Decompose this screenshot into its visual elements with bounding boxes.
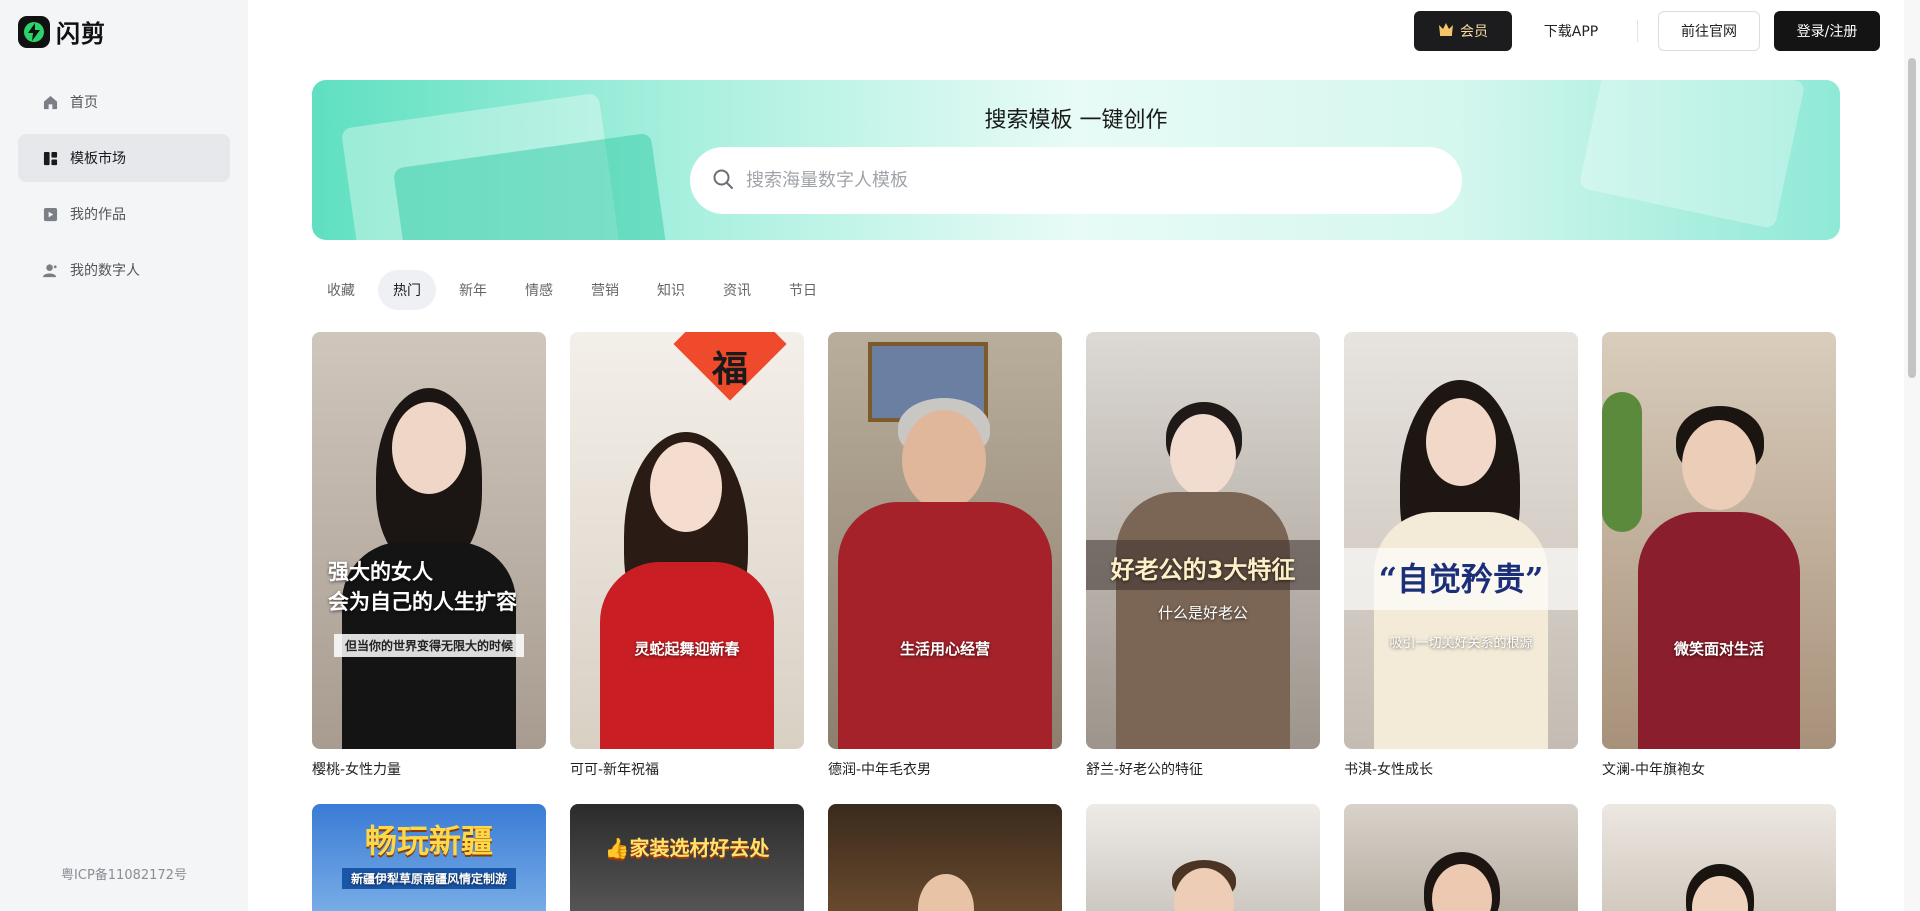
- template-caption: 灵蛇起舞迎新春: [634, 640, 740, 658]
- tab-knowledge[interactable]: 知识: [642, 270, 700, 310]
- template-card[interactable]: [1344, 804, 1578, 911]
- template-title[interactable]: 文澜-中年旗袍女: [1602, 759, 1836, 779]
- scrollbar-thumb[interactable]: [1908, 58, 1916, 378]
- template-thumbnail[interactable]: 生活用心经营: [828, 332, 1062, 749]
- tab-festival[interactable]: 节日: [774, 270, 832, 310]
- template-thumbnail[interactable]: [1344, 804, 1578, 911]
- template-card[interactable]: [828, 804, 1062, 911]
- home-icon: [42, 94, 58, 110]
- sidebar-item-label: 我的数字人: [70, 263, 140, 279]
- template-caption: 但当你的世界变得无限大的时候: [334, 634, 524, 657]
- template-overlay-text: 好老公的3大特征: [1110, 556, 1296, 584]
- template-card[interactable]: 生活用心经营 德润-中年毛衣男: [828, 332, 1062, 779]
- tab-new-year[interactable]: 新年: [444, 270, 502, 310]
- template-title[interactable]: 德润-中年毛衣男: [828, 759, 1062, 779]
- template-thumbnail[interactable]: [1602, 804, 1836, 911]
- template-caption: 新疆伊犁草原南疆风情定制游: [342, 868, 516, 889]
- tab-marketing[interactable]: 营销: [576, 270, 634, 310]
- template-overlay-text: 福: [711, 349, 748, 390]
- tab-hot[interactable]: 热门: [378, 270, 436, 310]
- sidebar-item-label: 首页: [70, 95, 98, 111]
- template-thumbnail[interactable]: 好老公的3大特征 什么是好老公: [1086, 332, 1320, 749]
- tab-favorites[interactable]: 收藏: [312, 270, 370, 310]
- sidebar-item-my-works[interactable]: 我的作品: [18, 190, 230, 238]
- template-card[interactable]: 微笑面对生活 文澜-中年旗袍女: [1602, 332, 1836, 779]
- template-thumbnail[interactable]: 福 灵蛇起舞迎新春: [570, 332, 804, 749]
- header-divider: [1637, 20, 1638, 42]
- sidebar-item-my-avatar[interactable]: 我的数字人: [18, 246, 230, 294]
- category-tabs: 收藏 热门 新年 情感 营销 知识 资讯 节日: [312, 270, 832, 310]
- template-card[interactable]: 强大的女人 会为自己的人生扩容 但当你的世界变得无限大的时候 樱桃-女性力量: [312, 332, 546, 779]
- template-thumbnail[interactable]: 强大的女人 会为自己的人生扩容 但当你的世界变得无限大的时候: [312, 332, 546, 749]
- template-card[interactable]: [1602, 804, 1836, 911]
- sidebar-item-label: 模板市场: [70, 151, 126, 167]
- template-thumbnail[interactable]: 畅玩新疆 新疆伊犁草原南疆风情定制游: [312, 804, 546, 911]
- template-caption: 什么是好老公: [1157, 604, 1248, 622]
- template-thumbnail[interactable]: [1086, 804, 1320, 911]
- tab-news[interactable]: 资讯: [708, 270, 766, 310]
- login-register-button[interactable]: 登录/注册: [1774, 11, 1880, 51]
- banner-title: 搜索模板 一键创作: [984, 108, 1168, 133]
- logo-icon: [18, 15, 50, 48]
- official-site-button[interactable]: 前往官网: [1658, 11, 1760, 51]
- template-overlay-text: 👍家装选材好去处: [604, 836, 770, 860]
- template-card[interactable]: [1086, 804, 1320, 911]
- search-banner: 搜索模板 一键创作: [312, 80, 1840, 240]
- template-title[interactable]: 书淇-女性成长: [1344, 759, 1578, 779]
- template-caption: 生活用心经营: [899, 640, 990, 658]
- template-card[interactable]: 福 灵蛇起舞迎新春 可可-新年祝福: [570, 332, 804, 779]
- sidebar-item-home[interactable]: 首页: [18, 78, 230, 126]
- template-card[interactable]: 畅玩新疆 新疆伊犁草原南疆风情定制游: [312, 804, 546, 911]
- crown-icon: [1438, 22, 1454, 40]
- template-icon: [42, 150, 58, 166]
- template-card[interactable]: “自觉矜贵” 吸引一切美好关系的根源 书淇-女性成长: [1344, 332, 1578, 779]
- plant-decoration: [1602, 392, 1642, 532]
- sidebar-item-label: 我的作品: [70, 207, 126, 223]
- template-title[interactable]: 舒兰-好老公的特征: [1086, 759, 1320, 779]
- page-scrollbar[interactable]: [1904, 0, 1920, 911]
- vip-button[interactable]: 会员: [1414, 11, 1512, 51]
- user-icon: [42, 262, 58, 278]
- sidebar-nav: 首页 模板市场 我的作品 我的数字人: [18, 78, 230, 302]
- search-input[interactable]: [746, 170, 1426, 191]
- tab-emotion[interactable]: 情感: [510, 270, 568, 310]
- template-card[interactable]: 好老公的3大特征 什么是好老公 舒兰-好老公的特征: [1086, 332, 1320, 779]
- sidebar: 闪剪 首页 模板市场 我的作品 我的数字人 粤ICP备11082172号: [0, 0, 248, 911]
- icp-record-link[interactable]: 粤ICP备11082172号: [0, 864, 248, 883]
- template-thumbnail[interactable]: “自觉矜贵” 吸引一切美好关系的根源: [1344, 332, 1578, 749]
- template-caption: 微笑面对生活: [1673, 640, 1764, 658]
- template-title[interactable]: 可可-新年祝福: [570, 759, 804, 779]
- download-app-button[interactable]: 下载APP: [1532, 11, 1610, 51]
- template-overlay-text: 强大的女人 会为自己的人生扩容: [328, 560, 517, 614]
- template-overlay-text: “自觉矜贵”: [1378, 560, 1544, 598]
- template-thumbnail[interactable]: [828, 804, 1062, 911]
- template-caption: 吸引一切美好关系的根源: [1389, 636, 1533, 651]
- search-box[interactable]: [690, 147, 1462, 214]
- template-thumbnail[interactable]: 👍家装选材好去处: [570, 804, 804, 911]
- brand-name: 闪剪: [56, 20, 106, 48]
- logo[interactable]: 闪剪: [18, 14, 106, 49]
- video-icon: [42, 206, 58, 222]
- template-thumbnail[interactable]: 微笑面对生活: [1602, 332, 1836, 749]
- template-card[interactable]: 👍家装选材好去处: [570, 804, 804, 911]
- template-overlay-text: 畅玩新疆: [364, 822, 493, 860]
- search-icon: [712, 168, 734, 194]
- sidebar-item-template-market[interactable]: 模板市场: [18, 134, 230, 182]
- template-title[interactable]: 樱桃-女性力量: [312, 759, 546, 779]
